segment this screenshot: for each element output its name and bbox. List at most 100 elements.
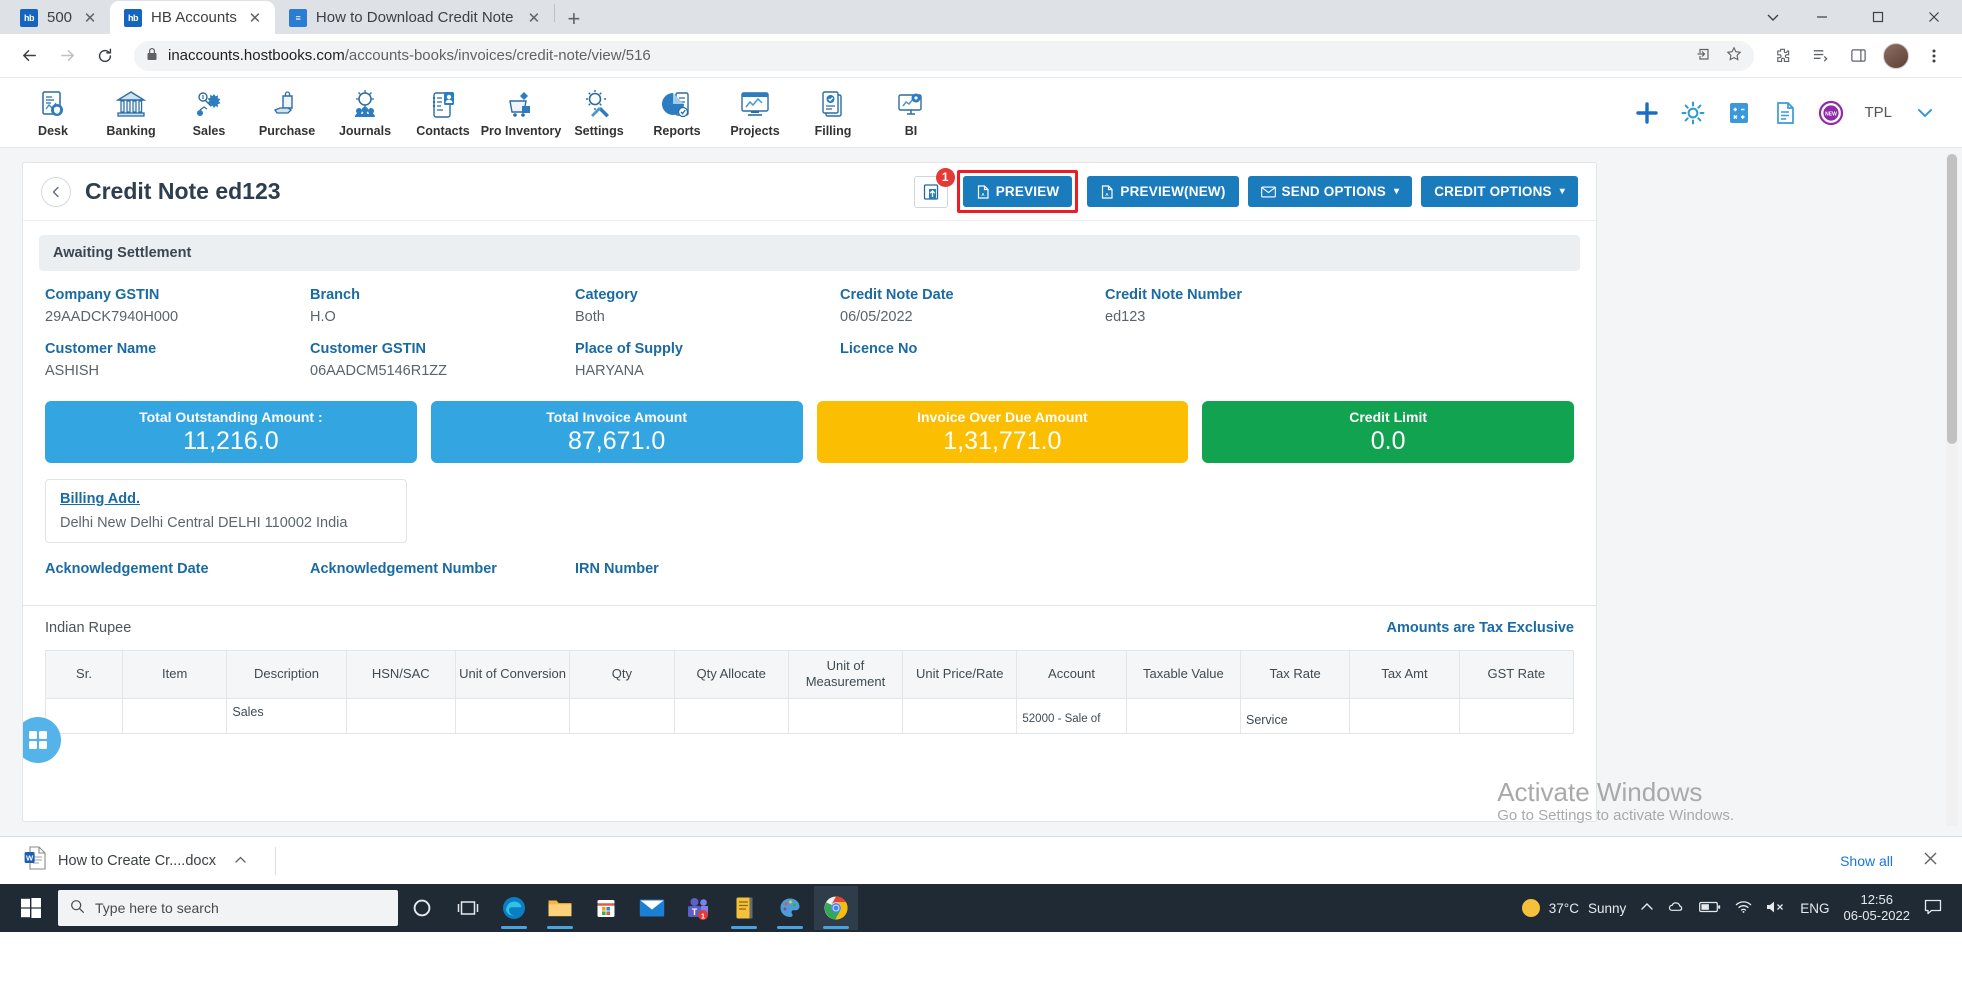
chevron-down-icon[interactable] <box>1752 0 1794 34</box>
close-icon[interactable]: ✕ <box>81 9 99 27</box>
chevron-up-icon[interactable] <box>234 853 247 869</box>
wifi-icon[interactable] <box>1735 900 1752 917</box>
back-button[interactable] <box>12 39 46 73</box>
col-account: Account <box>1016 650 1127 699</box>
search-input[interactable]: Type here to search <box>95 900 219 916</box>
sidepanel-icon[interactable] <box>1842 40 1874 72</box>
forward-button[interactable] <box>50 39 84 73</box>
document-icon[interactable] <box>1772 100 1798 126</box>
show-all-downloads-button[interactable]: Show all <box>1830 847 1903 875</box>
grid-widget-icon[interactable] <box>23 717 61 763</box>
browser-tab-2[interactable]: ≡ How to Download Credit Note a ✕ <box>275 1 554 34</box>
store-icon[interactable] <box>584 886 628 930</box>
nav-item-contacts[interactable]: Contacts <box>404 88 482 138</box>
col-taxable-value: Taxable Value <box>1125 650 1241 699</box>
notification-icon[interactable] <box>1924 899 1946 918</box>
minimize-button[interactable] <box>1794 0 1850 34</box>
col-unit-of-measurement: Unit of Measurement <box>787 650 904 699</box>
credit-note-card: Credit Note ed123 1 A PREVIEW A PREVIEW(… <box>22 162 1597 822</box>
plus-icon[interactable] <box>1634 100 1660 126</box>
teams-icon[interactable]: T1 <box>676 886 720 930</box>
close-icon[interactable]: ✕ <box>246 9 264 27</box>
url-host: inaccounts.hostbooks.com <box>168 47 345 64</box>
summary-card-total-outstanding: Total Outstanding Amount : 11,216.0 <box>45 401 417 463</box>
cortana-icon[interactable] <box>400 886 444 930</box>
field-label-acknowledgement-date: Acknowledgement Date <box>45 561 209 577</box>
nav-item-filling[interactable]: Filling <box>794 88 872 138</box>
page-scrollbar[interactable] <box>1946 154 1958 826</box>
tenant-label[interactable]: TPL <box>1864 104 1892 121</box>
star-icon[interactable] <box>1726 46 1742 66</box>
caret-down-icon: ▾ <box>1559 186 1565 197</box>
reading-list-icon[interactable] <box>1804 40 1836 72</box>
file-explorer-icon[interactable] <box>538 886 582 930</box>
field-credit-note-number: Credit Note Number ed123 <box>1105 287 1370 325</box>
edge-icon[interactable] <box>492 886 536 930</box>
address-bar[interactable]: inaccounts.hostbooks.com/accounts-books/… <box>134 40 1754 71</box>
browser-tab-1[interactable]: hb HB Accounts ✕ <box>110 1 275 34</box>
language-indicator[interactable]: ENG <box>1800 901 1829 916</box>
chevron-down-icon[interactable] <box>1912 100 1938 126</box>
windows-start-icon[interactable] <box>6 884 56 932</box>
field-value: H.O <box>310 309 336 325</box>
battery-icon[interactable] <box>1699 901 1721 916</box>
contacts-icon <box>426 88 460 122</box>
calculator-icon[interactable] <box>1726 100 1752 126</box>
field-value: Both <box>575 309 605 325</box>
nav-item-journals[interactable]: Journals <box>326 88 404 138</box>
export-button[interactable]: 1 <box>913 167 955 208</box>
nav-item-pro-inventory[interactable]: Pro Inventory <box>481 88 561 138</box>
download-item[interactable]: W How to Create Cr....docx <box>14 844 257 878</box>
maximize-button[interactable] <box>1850 0 1906 34</box>
nav-item-purchase[interactable]: Purchase <box>248 88 326 138</box>
lock-icon <box>146 47 158 64</box>
send-options-button[interactable]: SEND OPTIONS ▾ <box>1247 176 1413 207</box>
chevron-up-icon[interactable] <box>1640 900 1654 917</box>
weather-widget[interactable]: 37°C Sunny <box>1521 899 1626 917</box>
extensions-icon[interactable] <box>1766 40 1798 72</box>
nav-item-settings[interactable]: Settings <box>560 88 638 138</box>
page-title: Credit Note ed123 <box>85 178 281 204</box>
status-badge: Awaiting Settlement <box>39 235 1580 271</box>
table-row[interactable]: Sales 52000 - Sale of Service <box>44 697 1575 734</box>
nav-item-sales[interactable]: Sales <box>170 88 248 138</box>
gear-icon[interactable] <box>1680 100 1706 126</box>
credit-options-button[interactable]: CREDIT OPTIONS ▾ <box>1421 176 1578 207</box>
billing-address-title[interactable]: Billing Add. <box>60 491 392 507</box>
nav-label: Banking <box>106 123 156 138</box>
mail-icon[interactable] <box>630 886 674 930</box>
nav-item-banking[interactable]: Banking <box>92 88 170 138</box>
new-tab-button[interactable]: + <box>557 4 591 34</box>
summary-label: Total Invoice Amount <box>546 408 688 425</box>
nav-item-projects[interactable]: Projects <box>716 88 794 138</box>
reload-button[interactable] <box>88 39 122 73</box>
close-icon[interactable]: ✕ <box>525 9 543 27</box>
volume-mute-icon[interactable] <box>1766 900 1786 917</box>
onedrive-icon[interactable] <box>1668 900 1685 917</box>
url-path: /accounts-books/invoices/credit-note/vie… <box>344 47 651 64</box>
summary-card-overdue: Invoice Over Due Amount 1,31,771.0 <box>816 401 1189 463</box>
menu-icon[interactable] <box>1918 40 1950 72</box>
new-badge-icon[interactable]: NEW <box>1818 100 1844 126</box>
profile-avatar[interactable] <box>1880 40 1912 72</box>
close-download-bar-icon[interactable] <box>1913 850 1948 871</box>
nav-item-reports[interactable]: Reports <box>638 88 716 138</box>
notes-icon[interactable] <box>722 886 766 930</box>
scrollbar-thumb[interactable] <box>1947 154 1957 444</box>
share-icon[interactable] <box>1696 46 1712 66</box>
field-label: Branch <box>310 287 360 303</box>
taskbar-clock[interactable]: 12:56 06-05-2022 <box>1844 892 1911 925</box>
reports-icon <box>660 88 694 122</box>
chrome-icon[interactable] <box>814 886 858 930</box>
browser-tab-0[interactable]: hb 500 ✕ <box>6 1 110 34</box>
close-window-button[interactable] <box>1906 0 1962 34</box>
nav-item-desk[interactable]: Desk <box>14 88 92 138</box>
projects-icon <box>738 88 772 122</box>
paint-icon[interactable] <box>768 886 812 930</box>
taskbar-search-box[interactable]: Type here to search <box>58 890 398 926</box>
task-view-icon[interactable] <box>446 886 490 930</box>
chevron-left-icon[interactable] <box>41 176 71 207</box>
nav-item-bi[interactable]: BI <box>872 88 950 138</box>
preview-button[interactable]: A PREVIEW <box>962 176 1073 207</box>
preview-new-button[interactable]: A PREVIEW(NEW) <box>1087 176 1239 207</box>
